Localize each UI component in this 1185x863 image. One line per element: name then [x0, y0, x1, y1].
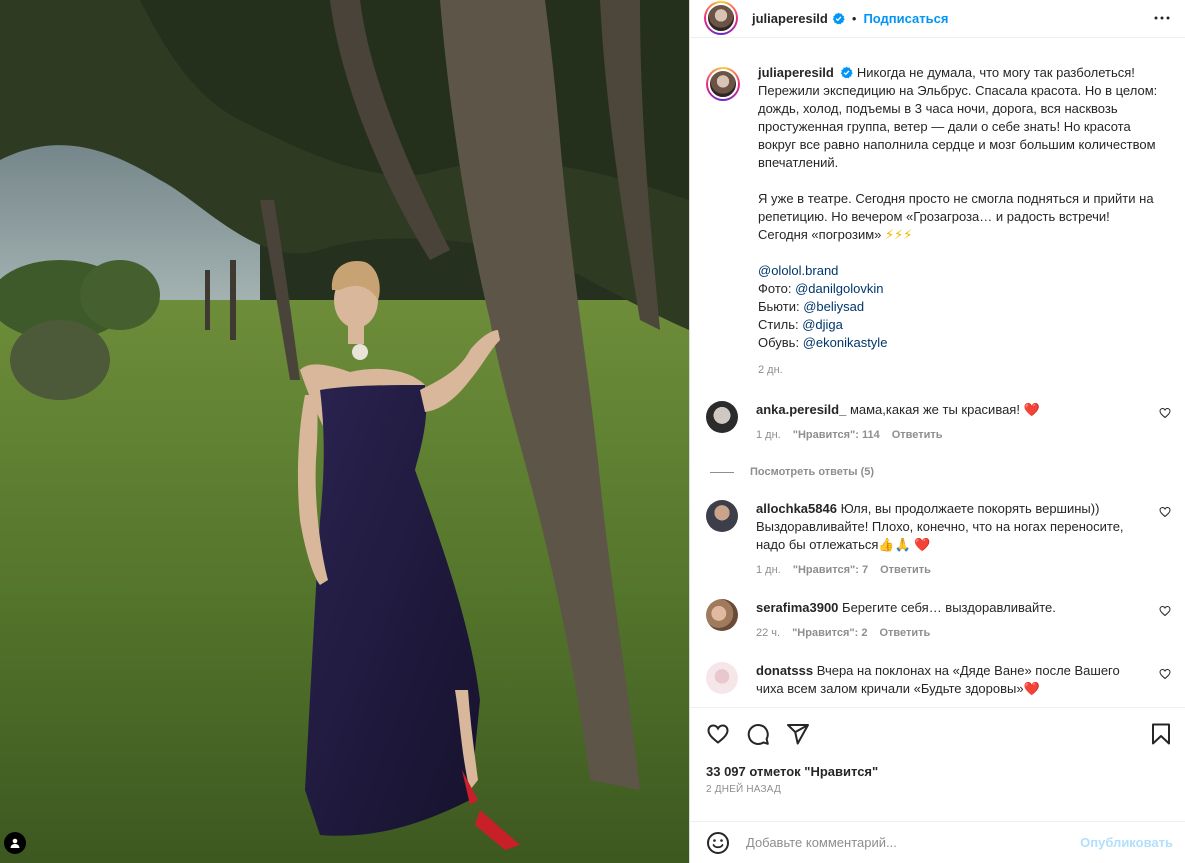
- caption-time: 2 дн.: [758, 364, 783, 376]
- commenter-avatar[interactable]: [706, 500, 738, 532]
- reply-button[interactable]: Ответить: [880, 561, 931, 579]
- post-caption: juliaperesild Никогда не думала, что мог…: [706, 64, 1171, 379]
- credit-mention[interactable]: @ololol.brand: [758, 263, 838, 278]
- separator-dot: •: [851, 11, 857, 26]
- comment-likes[interactable]: "Нравится": 114: [793, 426, 880, 444]
- post-age: 2 ДНЕЙ НАЗАД: [706, 784, 781, 795]
- post-header: juliaperesild • Подписаться: [690, 0, 1185, 38]
- credit-mention[interactable]: @beliysad: [803, 299, 864, 314]
- comment-item: anka.peresild_ мама,какая же ты красивая…: [706, 401, 1171, 444]
- post-side-panel: juliaperesild • Подписаться juliaperesil…: [689, 0, 1185, 863]
- caption-username[interactable]: juliaperesild: [758, 65, 834, 80]
- caption-paragraph-1: juliaperesild Никогда не думала, что мог…: [758, 64, 1158, 172]
- comment-item: donatsss Вчера на поклонах на «Дяде Ване…: [706, 662, 1171, 698]
- comment-text: мама,какая же ты красивая!: [849, 402, 1024, 417]
- credit-label: Стиль:: [758, 317, 803, 332]
- heart-emoji: ❤️: [914, 537, 931, 552]
- comment-time: 22 ч.: [756, 627, 781, 639]
- reply-button[interactable]: Ответить: [879, 624, 930, 642]
- credit-line: Фото: @danilgolovkin: [758, 280, 1158, 298]
- likes-count[interactable]: 33 097 отметок "Нравится": [706, 764, 1173, 779]
- commenter-avatar[interactable]: [706, 599, 738, 631]
- credit-line: Обувь: @ekonikastyle: [758, 334, 1158, 352]
- emoji-icon[interactable]: [706, 831, 730, 855]
- credit-label: Обувь:: [758, 335, 803, 350]
- comment-like-icon[interactable]: [1159, 407, 1171, 419]
- reply-button[interactable]: Ответить: [892, 426, 943, 444]
- comments-scroll-area[interactable]: juliaperesild Никогда не думала, что мог…: [690, 38, 1185, 707]
- caption-credits: @ololol.brand Фото: @danilgolovkin Бьюти…: [758, 262, 1158, 352]
- lightning-emoji: ⚡⚡⚡: [885, 227, 913, 242]
- credit-label: Фото:: [758, 281, 796, 296]
- post-photo[interactable]: [0, 0, 689, 863]
- caption-text-1: Никогда не думала, что могу так разболет…: [758, 65, 1158, 170]
- comment-item: serafima3900 Берегите себя… выздоравлива…: [706, 599, 1171, 642]
- comment-like-icon[interactable]: [1159, 506, 1171, 518]
- caption-author-avatar[interactable]: [706, 67, 740, 101]
- like-heart-icon[interactable]: [706, 722, 730, 746]
- comment-item: allochka5846 Юля, вы продолжаете покорят…: [706, 500, 1171, 579]
- commenter-username[interactable]: anka.peresild_: [756, 402, 846, 417]
- commenter-username[interactable]: allochka5846: [756, 501, 837, 516]
- add-comment-input[interactable]: [746, 835, 1081, 850]
- user-icon: [10, 838, 20, 848]
- photo-illustration: [0, 0, 689, 863]
- credit-line: Стиль: @djiga: [758, 316, 1158, 334]
- view-replies-button[interactable]: Посмотреть ответы (5): [710, 466, 1171, 478]
- save-bookmark-icon[interactable]: [1149, 722, 1173, 746]
- credit-mention[interactable]: @danilgolovkin: [795, 281, 883, 296]
- commenter-username[interactable]: donatsss: [756, 663, 813, 678]
- comment-bubble-icon[interactable]: [746, 722, 770, 746]
- comment-time: 1 дн.: [756, 564, 781, 576]
- caption-paragraph-2: Я уже в театре. Сегодня просто не смогла…: [758, 190, 1158, 244]
- add-comment-bar: Опубликовать: [690, 821, 1185, 863]
- credit-line: Бьюти: @beliysad: [758, 298, 1158, 316]
- follow-button[interactable]: Подписаться: [863, 11, 948, 26]
- share-send-icon[interactable]: [786, 722, 810, 746]
- commenter-avatar[interactable]: [706, 662, 738, 694]
- commenter-username[interactable]: serafima3900: [756, 600, 838, 615]
- more-options-icon[interactable]: [1153, 9, 1171, 27]
- comment-likes[interactable]: "Нравится": 7: [793, 561, 868, 579]
- comment-text: Берегите себя… выздоравливайте.: [842, 600, 1056, 615]
- comment-like-icon[interactable]: [1159, 605, 1171, 617]
- post-actions: 33 097 отметок "Нравится" 2 ДНЕЙ НАЗАД: [690, 707, 1185, 821]
- commenter-avatar[interactable]: [706, 401, 738, 433]
- heart-emoji: ❤️: [1023, 681, 1040, 696]
- author-avatar[interactable]: [704, 0, 738, 35]
- view-replies-label: Посмотреть ответы (5): [750, 466, 875, 478]
- credit-mention[interactable]: @djiga: [802, 317, 843, 332]
- verified-badge-icon: [832, 12, 845, 25]
- publish-button[interactable]: Опубликовать: [1080, 835, 1173, 850]
- verified-badge-icon: [840, 66, 853, 79]
- comment-like-icon[interactable]: [1159, 668, 1171, 680]
- comment-likes[interactable]: "Нравится": 2: [792, 624, 867, 642]
- tagged-people-button[interactable]: [4, 832, 26, 854]
- comment-time: 1 дн.: [756, 429, 781, 441]
- credit-line: @ololol.brand: [758, 262, 1158, 280]
- credit-label: Бьюти:: [758, 299, 804, 314]
- caption-text-2: Я уже в театре. Сегодня просто не смогла…: [758, 191, 1154, 242]
- credit-mention[interactable]: @ekonikastyle: [803, 335, 888, 350]
- replies-line: [710, 471, 734, 473]
- author-username[interactable]: juliaperesild: [752, 11, 828, 26]
- heart-emoji: ❤️: [1023, 402, 1040, 417]
